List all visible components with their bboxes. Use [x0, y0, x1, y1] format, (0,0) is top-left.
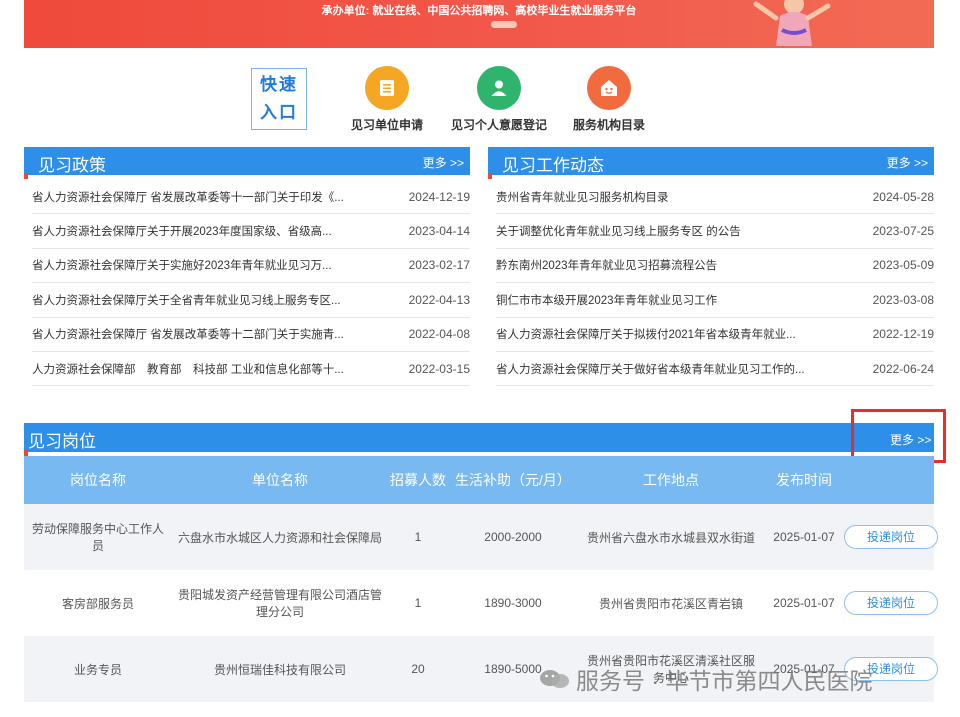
wechat-icon [540, 670, 569, 688]
policy-header: 见习政策 更多 >> [24, 147, 470, 179]
person-icon [477, 66, 521, 110]
list-item[interactable]: 省人力资源社会保障厅关于拟拨付2021年省本级青年就业... 2022-12-19 [496, 318, 934, 352]
list-item-date: 2022-03-15 [408, 361, 470, 376]
house-icon [587, 66, 631, 110]
quick-entry-personal-register[interactable]: 见习个人意愿登记 [449, 66, 549, 133]
list-item[interactable]: 黔东南州2023年青年就业见习招募流程公告 2023-05-09 [496, 249, 934, 284]
list-item[interactable]: 省人力资源社会保障厅 省发展改革委等十二部门关于实施青... 2022-04-08 [32, 318, 470, 352]
list-item-date: 2023-05-09 [872, 258, 934, 273]
list-item[interactable]: 省人力资源社会保障厅 省发展改革委等十一部门关于印发《... 2024-12-19 [32, 180, 470, 215]
policy-more-link[interactable]: 更多 >> [423, 154, 464, 171]
job-position: 劳动保障服务中心工作人员 [31, 522, 164, 553]
header-accent [488, 173, 492, 179]
apply-button[interactable]: 投递岗位 [844, 591, 938, 615]
list-item-date: 2024-05-28 [872, 189, 934, 204]
list-item[interactable]: 省人力资源社会保障厅关于做好省本级青年就业见习工作的... 2022-06-24 [496, 352, 934, 387]
news-header: 见习工作动态 更多 >> [488, 147, 934, 179]
list-item[interactable]: 人力资源社会保障部 教育部 科技部 工业和信息化部等十... 2022-03-15 [32, 352, 470, 387]
list-item-title[interactable]: 省人力资源社会保障厅关于全省青年就业见习线上服务专区... [32, 292, 341, 308]
job-company: 贵州恒瑞佳科技有限公司 [213, 662, 346, 677]
column-header: 发布时间 [776, 472, 832, 488]
list-item-title[interactable]: 省人力资源社会保障厅关于实施好2023年青年就业见习万... [32, 257, 332, 273]
column-header: 招募人数 [390, 472, 446, 488]
quick-entry-logo: 快速 入口 [251, 68, 307, 130]
list-item-title[interactable]: 铜仁市市本级开展2023年青年就业见习工作 [496, 292, 717, 308]
column-header: 岗位名称 [70, 472, 126, 488]
job-location: 贵州省贵阳市花溪区青岩镇 [598, 596, 743, 611]
list-item-title[interactable]: 关于调整优化青年就业见习线上服务专区 的公告 [496, 223, 741, 239]
quick-entry-line2: 入口 [260, 103, 298, 123]
job-date: 2025-01-07 [773, 596, 835, 610]
quick-entry-service-directory[interactable]: 服务机构目录 [571, 66, 647, 133]
header-accent [24, 173, 28, 179]
job-count: 1 [414, 530, 422, 544]
list-item-title[interactable]: 人力资源社会保障部 教育部 科技部 工业和信息化部等十... [32, 361, 344, 377]
list-item-date: 2022-04-13 [408, 292, 470, 307]
column-header: 工作地点 [643, 472, 699, 488]
document-list-icon [365, 66, 409, 110]
quick-entry-label: 服务机构目录 [572, 118, 645, 132]
table-row: 劳动保障服务中心工作人员 六盘水市水城区人力资源和社会保障局 1 2000-20… [24, 504, 938, 570]
list-item-title[interactable]: 省人力资源社会保障厅 省发展改革委等十二部门关于实施青... [32, 326, 344, 342]
list-item[interactable]: 关于调整优化青年就业见习线上服务专区 的公告 2023-07-25 [496, 214, 934, 249]
list-item-date: 2023-02-17 [408, 258, 470, 273]
news-more-link[interactable]: 更多 >> [887, 154, 928, 171]
job-location: 贵州省六盘水市水城县双水街道 [586, 530, 755, 545]
list-item-title[interactable]: 省人力资源社会保障厅 省发展改革委等十一部门关于印发《... [32, 189, 344, 205]
list-item-title[interactable]: 省人力资源社会保障厅关于拟拨付2021年省本级青年就业... [496, 326, 796, 342]
news-list: 贵州省青年就业见习服务机构目录 2024-05-28 关于调整优化青年就业见习线上… [496, 180, 934, 387]
banner-illustration-icon [753, 0, 831, 46]
jobs-header: 见习岗位 更多 >> [24, 423, 934, 456]
news-title: 见习工作动态 [502, 156, 604, 175]
list-item-title[interactable]: 黔东南州2023年青年就业见习招募流程公告 [496, 257, 717, 273]
job-count: 1 [414, 596, 422, 610]
watermark-text: 服务号 · 毕节市第四人民医院 [576, 668, 873, 694]
highlight-annotation [851, 409, 946, 463]
list-item-date: 2023-04-14 [408, 224, 470, 239]
job-company: 六盘水市水城区人力资源和社会保障局 [178, 530, 383, 545]
quick-entry-label: 见习个人意愿登记 [450, 118, 547, 132]
table-row: 客房部服务员 贵阳城发资产经营管理有限公司酒店管理分公司 1 1890-3000… [24, 570, 938, 636]
column-header: 单位名称 [252, 472, 308, 488]
list-item-date: 2022-12-19 [872, 327, 934, 342]
list-item-date: 2022-06-24 [872, 361, 934, 376]
quick-entry-label: 见习单位申请 [350, 118, 423, 132]
list-item-date: 2023-03-08 [872, 292, 934, 307]
quick-entry-unit-apply[interactable]: 见习单位申请 [349, 66, 425, 133]
watermark: 服务号 · 毕节市第四人民医院 [538, 662, 872, 696]
list-item[interactable]: 省人力资源社会保障厅关于开展2023年度国家级、省级高... 2023-04-14 [32, 214, 470, 249]
apply-button[interactable]: 投递岗位 [844, 525, 938, 549]
top-banner: 承办单位: 就业在线、中国公共招聘网、高校毕业生就业服务平台 [24, 0, 934, 48]
table-header: 岗位名称 单位名称 招募人数 生活补助（元/月） 工作地点 发布时间 [24, 456, 934, 504]
list-item-date: 2024-12-19 [408, 189, 470, 204]
job-subsidy: 1890-3000 [484, 596, 542, 610]
list-item[interactable]: 省人力资源社会保障厅关于实施好2023年青年就业见习万... 2023-02-17 [32, 249, 470, 284]
job-count: 20 [411, 662, 425, 676]
quick-entry-line1: 快速 [260, 75, 298, 95]
list-item[interactable]: 铜仁市市本级开展2023年青年就业见习工作 2023-03-08 [496, 283, 934, 318]
column-header: 生活补助（元/月） [455, 472, 571, 488]
job-position: 业务专员 [73, 662, 122, 677]
list-item[interactable]: 省人力资源社会保障厅关于全省青年就业见习线上服务专区... 2022-04-13 [32, 283, 470, 318]
jobs-title: 见习岗位 [28, 432, 96, 451]
list-item-title[interactable]: 省人力资源社会保障厅关于开展2023年度国家级、省级高... [32, 223, 332, 239]
list-item-date: 2022-04-08 [408, 327, 470, 342]
list-item-date: 2023-07-25 [872, 224, 934, 239]
job-date: 2025-01-07 [773, 530, 835, 544]
list-item-title[interactable]: 省人力资源社会保障厅关于做好省本级青年就业见习工作的... [496, 361, 805, 377]
job-company: 贵阳城发资产经营管理有限公司酒店管理分公司 [178, 588, 383, 619]
policy-list: 省人力资源社会保障厅 省发展改革委等十一部门关于印发《... 2024-12-19… [32, 180, 470, 387]
list-item-title[interactable]: 贵州省青年就业见习服务机构目录 [496, 189, 669, 205]
list-item[interactable]: 贵州省青年就业见习服务机构目录 2024-05-28 [496, 180, 934, 215]
job-position: 客房部服务员 [61, 596, 134, 611]
carousel-indicator[interactable] [491, 21, 517, 28]
policy-title: 见习政策 [38, 156, 106, 175]
job-subsidy: 2000-2000 [484, 530, 542, 544]
